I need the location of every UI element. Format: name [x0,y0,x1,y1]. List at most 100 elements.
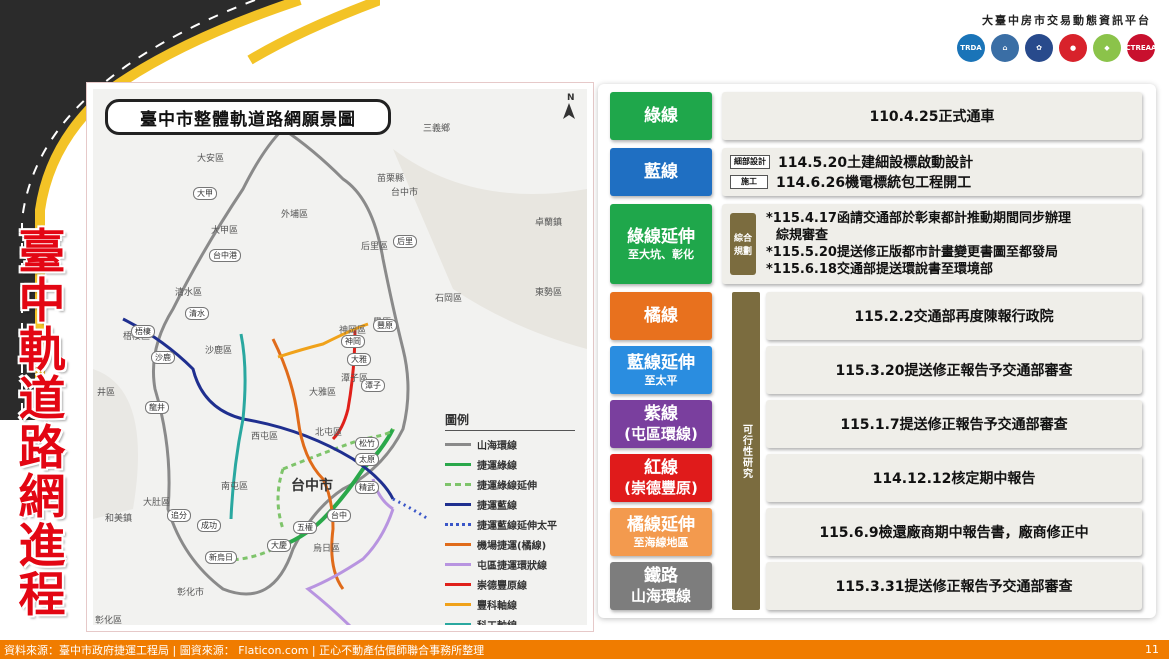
title-char: 路 [18,421,66,476]
station-label: 新烏日 [205,551,237,564]
district-label: 卓蘭鎮 [535,218,563,228]
legend-item: 機場捷運(橘線) [445,534,575,554]
district-label: 大安區 [197,154,225,164]
partner-logos: TRDA ⌂ ✿ ● ◆ CTREAA [957,34,1156,62]
page-number: 11 [1145,643,1159,656]
district-label: 大甲區 [211,226,239,236]
title-char: 軌 [18,323,66,378]
district-label: 東勢區 [535,288,563,298]
line-label-blue: 藍線 [610,148,712,196]
station-label: 台中港 [209,249,241,262]
district-label: 外埔區 [281,210,309,220]
status-purple: 115.1.7提送修正報告予交通部審查 [766,400,1142,448]
ctreaa-logo-icon: CTREAA [1126,34,1156,62]
station-label: 豐原 [373,319,397,332]
red-character-logo-icon: ● [1059,34,1087,62]
legend-item: 崇德豐原線 [445,574,575,594]
station-label: 神岡 [341,335,365,348]
status-orange: 115.2.2交通部再度陳報行政院 [766,292,1142,340]
status-blue: 細部設計 114.5.20土建細設標啟動設計 施工 114.6.26機電標統包工程開… [722,148,1142,196]
title-char: 進 [18,519,66,574]
district-label: 彰化區 [95,616,123,625]
colorful-diamond-logo-icon: ◆ [1093,34,1121,62]
district-label: 南屯區 [221,482,249,492]
map-legend: 圖例 山海環線 捷運綠線 捷運綠線延伸 捷運藍線 捷運藍線延伸太平 機場捷運(橘… [445,411,575,625]
line-label-red: 紅線 (崇德豐原) [610,454,712,502]
map-canvas: 臺中市整體軌道路網願景圖 N 台中市 三義鄉 大安區 苗栗縣 台中市 外埔區 卓… [93,89,587,625]
trda-logo-icon: TRDA [957,34,985,62]
platform-title: 大臺中房市交易動態資訊平台 [982,14,1151,27]
status-orange-extension: 115.6.9檢還廠商期中報告書，廠商修正中 [766,508,1142,556]
district-label: 沙鹿區 [205,346,233,356]
line-label-orange: 橘線 [610,292,712,340]
station-label: 梧棲 [131,325,155,338]
station-label: 后里 [393,235,417,248]
station-label: 五權 [293,521,317,534]
district-label: 井區 [97,388,116,398]
station-label: 大雅 [347,353,371,366]
station-label: 大慶 [267,539,291,552]
district-label: 彰化市 [177,588,205,598]
district-label: 台中市 [391,188,419,198]
station-label: 精武 [355,481,379,494]
legend-item: 捷運藍線延伸太平 [445,514,575,534]
legend-item: 捷運綠線延伸 [445,474,575,494]
title-char: 道 [18,372,66,427]
district-label: 三義鄉 [423,124,451,134]
line-label-green-extension: 綠線延伸 至大坑、彰化 [610,204,712,284]
line-label-blue-extension: 藍線延伸 至太平 [610,346,712,394]
legend-item: 捷運藍線 [445,494,575,514]
government-seal-logo-icon: ✿ [1025,34,1053,62]
progress-status-panel: 綠線 110.4.25正式通車 藍線 細部設計 114.5.20土建細設標啟動設計… [598,84,1156,618]
legend-item: 捷運綠線 [445,454,575,474]
legend-title: 圖例 [445,411,575,431]
station-label: 台中 [327,509,351,522]
station-label: 松竹 [355,437,379,450]
district-label: 苗栗縣 [377,174,405,184]
station-label: 清水 [185,307,209,320]
district-label: 石岡區 [435,294,463,304]
legend-item: 豐科軸線 [445,594,575,614]
status-green: 110.4.25正式通車 [722,92,1142,140]
station-label: 追分 [167,509,191,522]
district-label: 西屯區 [251,432,279,442]
station-label: 成功 [197,519,221,532]
footer-bar: 資料來源：臺中市政府捷運工程局 | 圖資來源： Flaticon.com | 正… [0,640,1169,659]
phase-tag: 細部設計 [730,155,770,169]
district-label: 大肚區 [143,498,171,508]
legend-item: 山海環線 [445,434,575,454]
legend-item: 屯區捷運環狀線 [445,554,575,574]
line-label-orange-extension: 橘線延伸 至海線地區 [610,508,712,556]
rail-network-map: 臺中市整體軌道路網願景圖 N 台中市 三義鄉 大安區 苗栗縣 台中市 外埔區 卓… [86,82,594,632]
status-blue-extension: 115.3.20提送修正報告予交通部審查 [766,346,1142,394]
station-label: 大甲 [193,187,217,200]
status-green-extension: 綜合規劃 *115.4.17函請交通部於彰東都計推動期間同步辦理 綜規審查 *1… [722,204,1142,284]
status-red: 114.12.12核定期中報告 [766,454,1142,502]
title-char: 程 [18,568,66,623]
map-title: 臺中市整體軌道路網願景圖 [105,99,391,135]
station-label: 太原 [355,453,379,466]
feasibility-study-tag: 可行性研究 [732,292,760,610]
planning-phase-tag: 綜合規劃 [730,213,756,275]
district-label: 大雅區 [309,388,337,398]
title-char: 中 [18,274,66,329]
station-label: 沙鹿 [151,351,175,364]
city-label: 台中市 [291,478,333,494]
line-label-green: 綠線 [610,92,712,140]
line-label-purple: 紫線 (屯區環線) [610,400,712,448]
north-label: N [567,93,575,103]
line-label-railway: 鐵路 山海環線 [610,562,712,610]
district-label: 烏日區 [313,544,341,554]
status-railway: 115.3.31提送修正報告予交通部審查 [766,562,1142,610]
legend-item: 科工軸線 [445,614,575,625]
station-label: 龍井 [145,401,169,414]
vertical-page-title: 臺 中 軌 道 路 網 進 程 [14,228,70,620]
district-label: 和美鎮 [105,514,133,524]
building-association-logo-icon: ⌂ [991,34,1019,62]
station-label: 潭子 [361,379,385,392]
district-label: 北屯區 [315,428,343,438]
phase-tag: 施工 [730,175,768,189]
title-char: 臺 [18,225,66,280]
title-char: 網 [18,470,66,525]
district-label: 后里區 [361,242,389,252]
